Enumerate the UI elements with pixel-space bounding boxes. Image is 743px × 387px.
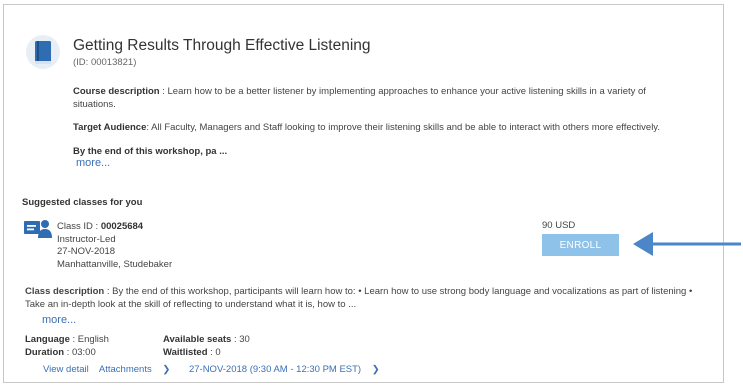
class-description-text: : By the end of this workshop, participa… — [25, 286, 693, 310]
class-description: Class description : By the end of this w… — [25, 286, 695, 311]
target-audience-label: Target Audience — [73, 122, 147, 133]
session-link[interactable]: 27-NOV-2018 (9:30 AM - 12:30 PM EST) ❯ — [189, 364, 388, 375]
class-id-value: 00025684 — [100, 221, 144, 232]
seats-label: Available seats — [163, 334, 232, 345]
class-meta-left: Language : English Duration : 03:00 — [25, 333, 109, 359]
book-icon — [26, 35, 60, 69]
class-meta-right: Available seats : 30 Waitlisted : 0 — [163, 333, 250, 359]
course-description-text: : Learn how to be a better listener by i… — [73, 86, 646, 110]
duration-value: : 03:00 — [64, 347, 96, 358]
class-description-label: Class description — [25, 286, 105, 297]
suggested-classes-title: Suggested classes for you — [22, 197, 143, 208]
course-more-link[interactable]: more... — [76, 157, 110, 169]
course-description-label: Course description — [73, 86, 160, 97]
class-info: Class ID : 00025684 Instructor-Led 27-NO… — [57, 221, 172, 271]
duration-label: Duration — [25, 347, 65, 358]
class-language: Language : English — [25, 333, 109, 346]
class-id-line: Class ID : 00025684 — [57, 221, 172, 234]
chevron-right-icon: ❯ — [371, 364, 380, 375]
enroll-button[interactable]: ENROLL — [542, 234, 619, 256]
target-audience-text: : All Faculty, Managers and Staff lookin… — [146, 122, 660, 133]
attachments-label: Attachments — [98, 364, 152, 375]
session-label: 27-NOV-2018 (9:30 AM - 12:30 PM EST) — [188, 364, 362, 375]
class-price: 90 USD — [542, 220, 576, 231]
class-more-link[interactable]: more... — [42, 314, 76, 326]
left-arrow-icon — [633, 232, 741, 256]
class-location: Manhattanville, Studebaker — [57, 258, 173, 270]
language-value: : English — [69, 334, 109, 345]
class-id-label: Class ID : — [57, 221, 101, 232]
waitlisted-value: : 0 — [207, 347, 221, 358]
class-links: View detail Attachments ❯ 27-NOV-2018 (9… — [43, 364, 396, 375]
class-duration: Duration : 03:00 — [25, 346, 109, 359]
view-detail-link[interactable]: View detail — [43, 364, 89, 375]
course-title: Getting Results Through Effective Listen… — [73, 37, 371, 54]
target-audience: Target Audience: All Faculty, Managers a… — [73, 121, 713, 134]
class-date: 27-NOV-2018 — [57, 246, 116, 257]
chevron-right-icon: ❯ — [162, 364, 171, 375]
course-description: Course description : Learn how to be a b… — [73, 85, 688, 111]
course-id: (ID: 00013821) — [73, 57, 137, 68]
waitlisted-label: Waitlisted — [163, 347, 208, 358]
class-delivery: Instructor-Led — [57, 233, 116, 245]
language-label: Language — [25, 334, 70, 345]
seats-value: : 30 — [231, 334, 250, 345]
attachments-link[interactable]: Attachments ❯ — [99, 364, 178, 375]
class-seats: Available seats : 30 — [163, 333, 250, 346]
class-waitlisted: Waitlisted : 0 — [163, 346, 250, 359]
class-person-icon — [24, 220, 52, 238]
